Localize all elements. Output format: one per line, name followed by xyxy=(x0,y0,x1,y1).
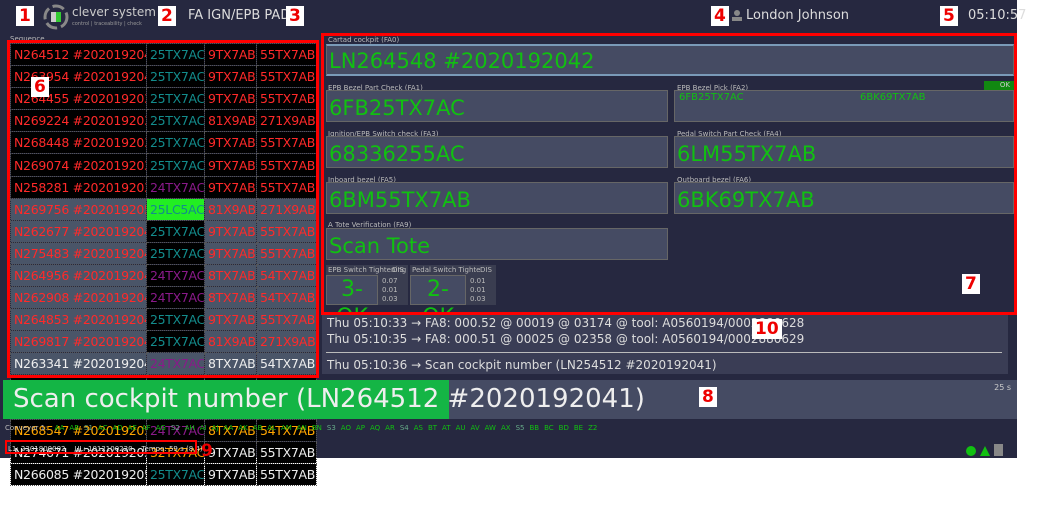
conveyor-item: AJ xyxy=(211,424,219,432)
user-menu[interactable]: London Johnson xyxy=(732,8,849,23)
station-name: FA IGN/EPB PAD4 xyxy=(188,8,299,23)
conveyor-item: AC xyxy=(97,424,108,432)
conveyor-item: AU xyxy=(455,424,466,432)
status-indicators xyxy=(966,444,1003,456)
conveyor-item: AT xyxy=(442,424,451,432)
conveyor-item: AO xyxy=(340,424,351,432)
annotation-label-4: 4 xyxy=(711,6,729,26)
annotation-box-7 xyxy=(321,33,1017,315)
annotation-box-9 xyxy=(5,440,197,454)
annotation-label-9: 9 xyxy=(201,441,213,461)
conveyor-item: BN xyxy=(311,424,322,432)
sequence-row[interactable]: N266085 #2020192054 25TX7AC 9TX7AB 55TX7AB xyxy=(10,462,317,486)
conveyor-item: S3 xyxy=(326,424,336,432)
log-entry-current: Thu 05:10:36 → Scan cockpit number (LN25… xyxy=(327,358,717,372)
conveyor-item: AI xyxy=(199,424,207,432)
conveyor-item: BT xyxy=(427,424,438,432)
logo-icon xyxy=(43,4,69,30)
conveyor-item: AW xyxy=(484,424,496,432)
conveyor-item: AM xyxy=(280,424,292,432)
user-name: London Johnson xyxy=(746,8,850,23)
conveyor-item: AF xyxy=(141,424,151,432)
conveyor-item: BB xyxy=(529,424,540,432)
conveyor-item: AH xyxy=(184,424,195,432)
conveyor-item: AV xyxy=(470,424,480,432)
annotation-label-8: 8 xyxy=(699,387,717,407)
conveyor-item: AL xyxy=(267,424,276,432)
annotation-label-10: 10 xyxy=(752,319,782,339)
conveyor-item: AB xyxy=(252,424,263,432)
conveyor-item: S5 xyxy=(515,424,525,432)
sequence-cell: 55TX7AB xyxy=(256,462,317,486)
conveyor-item: AS xyxy=(413,424,423,432)
green-triangle-icon xyxy=(980,446,990,456)
clock: 05:10:57 xyxy=(968,8,1027,23)
green-circle-icon xyxy=(966,446,976,456)
conveyor-item: BE xyxy=(573,424,584,432)
conveyor-item: AD xyxy=(112,424,123,432)
conveyor-item: S1 xyxy=(84,424,93,432)
conveyor-item: AA xyxy=(54,424,65,432)
event-log[interactable]: Thu 05:10:33 → FA8: 000.52 @ 00019 @ 031… xyxy=(322,314,1008,374)
conveyor-label: Conveyor 1: xyxy=(5,424,48,432)
conveyor-item: AA xyxy=(223,424,234,432)
banner-timer: 25 s xyxy=(994,383,1011,392)
annotation-box-6 xyxy=(7,40,319,378)
annotation-label-3: 3 xyxy=(286,6,304,26)
conveyor-item: Z2 xyxy=(588,424,598,432)
banner-text-rest: 2 #2020192041) xyxy=(422,384,645,414)
conveyor-item: AN xyxy=(296,424,307,432)
logo-tagline: control | traceability | check xyxy=(72,21,142,27)
conveyor-strip: Conveyor 1: AA AB S1 AC AD AE AF AG S2 AH AI AJ AA AK… xyxy=(5,424,597,432)
annotation-label-6: 6 xyxy=(31,77,49,97)
sequence-cell: N266085 #2020192054 xyxy=(10,462,147,486)
conveyor-item: BC xyxy=(544,424,554,432)
grey-square-icon xyxy=(994,444,1003,456)
annotation-label-1: 1 xyxy=(16,6,34,26)
logo-text: clever system xyxy=(72,5,156,19)
annotation-label-7: 7 xyxy=(962,274,980,294)
conveyor-item: AK xyxy=(238,424,248,432)
conveyor-item: AX xyxy=(500,424,511,432)
banner-text: Scan cockpit number (LN264512 #202019204… xyxy=(13,380,645,419)
sequence-cell: 55TX7AB xyxy=(256,440,317,464)
log-entry: Thu 05:10:33 → FA8: 000.52 @ 00019 @ 031… xyxy=(327,316,805,330)
conveyor-item: S2 xyxy=(170,424,180,432)
annotation-label-5: 5 xyxy=(940,6,958,26)
user-icon xyxy=(732,10,742,21)
conveyor-item: AG xyxy=(155,424,166,432)
conveyor-item: S4 xyxy=(399,424,409,432)
instruction-banner: Scan cockpit number (LN264512 #202019204… xyxy=(3,380,1017,419)
sequence-cell: 9TX7AB xyxy=(204,462,257,486)
conveyor-item: AP xyxy=(355,424,365,432)
log-divider xyxy=(326,352,1002,353)
log-entry: Thu 05:10:35 → FA8: 000.51 @ 00025 @ 023… xyxy=(327,332,805,346)
conveyor-item: AE xyxy=(127,424,137,432)
banner-text-done: Scan cockpit number (LN26451 xyxy=(13,384,423,414)
conveyor-item: BD xyxy=(558,424,569,432)
sequence-cell: 25TX7AC xyxy=(146,462,205,486)
annotation-label-2: 2 xyxy=(158,6,176,26)
conveyor-item: AQ xyxy=(369,424,381,432)
logo: clever system control | traceability | c… xyxy=(42,3,156,31)
conveyor-item: AR xyxy=(385,424,395,432)
conveyor-item: AB xyxy=(69,424,80,432)
